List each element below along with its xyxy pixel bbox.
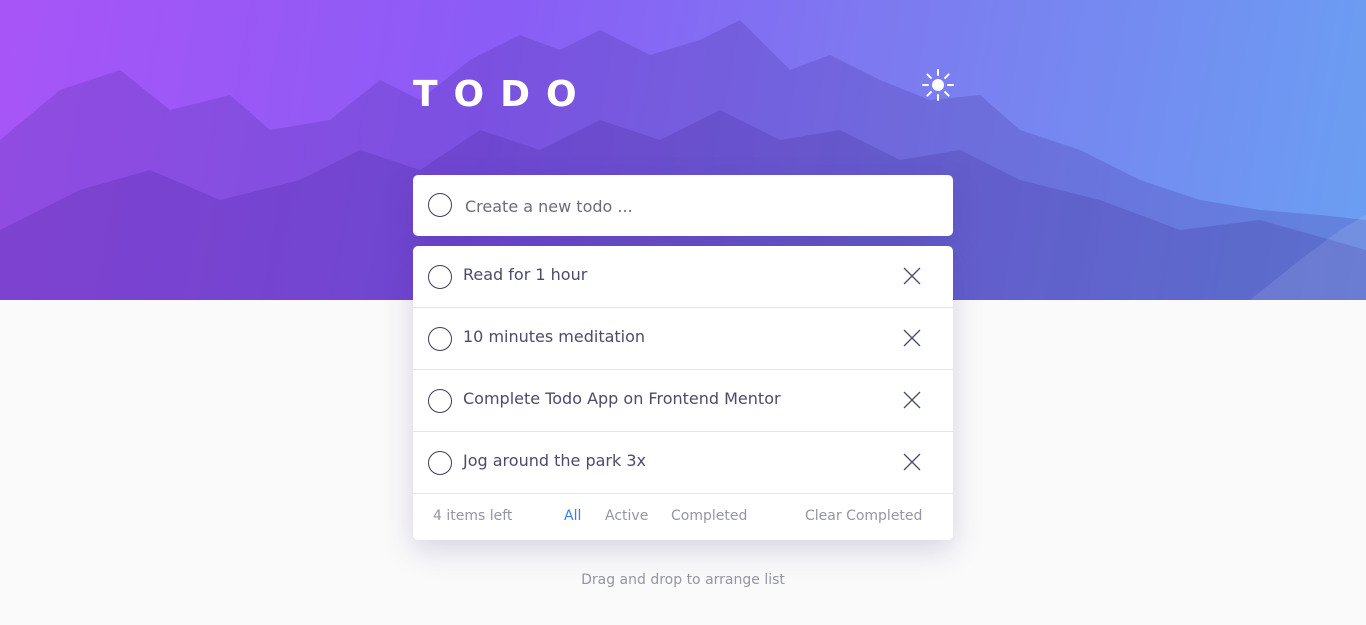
new-todo-form <box>413 175 953 236</box>
sun-icon <box>922 69 954 101</box>
todo-item[interactable]: Jog around the park 3x <box>413 432 953 494</box>
filter-active[interactable]: Active <box>605 508 648 524</box>
close-icon[interactable] <box>901 327 923 349</box>
new-todo-check-circle[interactable] <box>428 193 452 217</box>
filter-completed[interactable]: Completed <box>671 508 747 524</box>
theme-toggle-button[interactable] <box>921 68 955 102</box>
new-todo-input[interactable] <box>463 189 927 223</box>
todo-check-circle[interactable] <box>428 389 452 413</box>
close-icon[interactable] <box>901 265 923 287</box>
todo-text: 10 minutes meditation <box>463 327 646 346</box>
todo-check-circle[interactable] <box>428 265 452 289</box>
clear-completed-button[interactable]: Clear Completed <box>805 508 922 524</box>
todo-text: Jog around the park 3x <box>463 451 646 470</box>
todo-item[interactable]: 10 minutes meditation <box>413 308 953 370</box>
items-left-count: 4 items left <box>433 508 513 524</box>
todo-text: Complete Todo App on Frontend Mentor <box>463 389 781 408</box>
todo-check-circle[interactable] <box>428 451 452 475</box>
page-title: TODO <box>413 74 593 115</box>
todo-check-circle[interactable] <box>428 327 452 351</box>
close-icon[interactable] <box>901 389 923 411</box>
close-icon[interactable] <box>901 451 923 473</box>
todo-text: Read for 1 hour <box>463 265 588 284</box>
todo-footer: 4 items left All Active Completed Clear … <box>413 494 953 540</box>
filter-all[interactable]: All <box>564 508 581 524</box>
todo-item[interactable]: Complete Todo App on Frontend Mentor <box>413 370 953 432</box>
drag-hint: Drag and drop to arrange list <box>581 572 785 588</box>
todo-list: Read for 1 hour 10 minutes meditation Co… <box>413 246 953 540</box>
todo-item[interactable]: Read for 1 hour <box>413 246 953 308</box>
